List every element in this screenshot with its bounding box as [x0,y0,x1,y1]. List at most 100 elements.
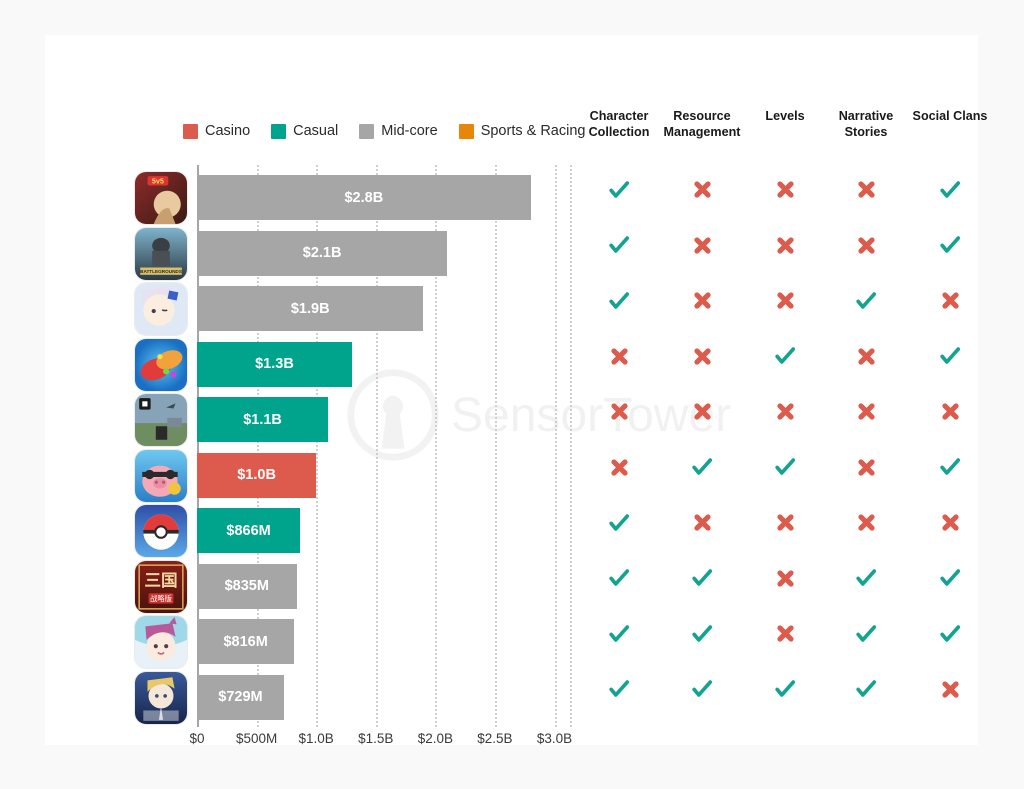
check-icon [851,563,881,593]
cross-icon [935,508,965,538]
bar-candy-crush-saga[interactable]: $1.3B [197,341,352,387]
check-icon [935,175,965,205]
cross-icon [851,175,881,205]
x-tick-label: $2.0B [417,731,453,746]
app-icon-roblox[interactable] [135,394,187,446]
cross-icon [851,508,881,538]
app-icon-pokemon-go[interactable] [135,505,187,557]
bar-value-label: $1.1B [243,411,282,428]
app-icon-three-kingdoms-tactics[interactable]: 三国 战略版 [135,560,187,613]
bar-value-label: $835M [224,578,269,594]
bar-fate-grand-order[interactable]: $729M [197,674,284,720]
bar-row: $1.3B [197,341,570,387]
check-icon [851,619,881,649]
check-icon [935,230,965,260]
column-header-line1: Social Clans [912,109,988,123]
check-icon [687,563,717,593]
bar-row: $729M [197,674,570,720]
x-axis-ticks: $0 $500M $1.0B $1.5B $2.0B $2.5B $3.0B [189,731,573,753]
cross-icon [770,286,800,316]
cross-icon [851,341,881,371]
svg-text:战略版: 战略版 [150,594,172,603]
column-header-line1: Levels [765,109,805,123]
bar-row: $2.1B [197,230,570,276]
cross-icon [687,230,717,260]
check-icon [687,674,717,704]
bar-uma-musume[interactable]: $816M [197,619,295,664]
bar-three-kingdoms-tactics[interactable]: $835M [197,563,297,609]
cross-icon [935,286,965,316]
column-header-character: Character Collection [589,109,650,140]
column-header-line1: Narrative [838,109,894,123]
app-icon-fate-grand-order[interactable] [135,671,187,724]
cross-icon [687,175,717,205]
x-tick-label: $1.5B [358,731,394,746]
chart-card: SensorTower Casino Casual Mid-core Sports &… [45,35,987,746]
check-icon [604,619,634,649]
check-icon [604,286,634,316]
bar-coin-master[interactable]: $1.0B [197,452,317,498]
bar-roblox[interactable]: $1.1B [197,397,329,442]
bar-row: $1.9B [197,286,570,331]
x-tick-label: $500M [235,731,278,746]
cross-icon [770,563,800,593]
check-icon [604,175,634,205]
bar-honor-of-kings[interactable]: $2.8B [197,175,531,220]
cross-icon [851,452,881,482]
check-icon [604,230,634,260]
column-header-levels: Levels [765,109,804,125]
check-icon [935,452,965,482]
check-icon [851,286,881,316]
app-icon-candy-crush-saga[interactable] [135,338,187,391]
svg-text:三国: 三国 [144,570,177,589]
cross-icon [687,286,717,316]
bar-value-label: $729M [218,689,263,705]
x-tick-label: $0 [189,731,205,746]
app-icon-uma-musume[interactable] [135,616,187,668]
bar-value-label: $866M [226,522,271,539]
x-tick-label: $2.5B [477,731,513,746]
cross-icon [935,397,965,427]
column-header-line2: Management [663,124,741,139]
bar-row: $835M [197,563,570,609]
check-icon [604,563,634,593]
app-icon-honor-of-kings[interactable]: 5v5 [135,172,187,224]
check-icon [935,563,965,593]
check-icon [851,674,881,704]
check-icon [935,619,965,649]
bar-row: $1.1B [197,397,570,442]
bar-row: $2.8B [197,175,570,220]
bar-row: $816M [197,619,570,664]
revenue-bar-chart: $0 $500M $1.0B $1.5B $2.0B $2.5B $3.0B 5v5 $2.8… [45,35,576,746]
x-tick-label: $3.0B [536,731,573,746]
bar-pubg-mobile[interactable]: $2.1B [197,230,448,276]
feature-matrix: Character Collection Resource Management Lev… [576,35,1024,745]
bar-value-label: $1.3B [255,356,294,372]
cross-icon [604,452,634,482]
column-header-line1: Character [589,109,649,123]
cross-icon [851,230,881,260]
app-icon-genshin-impact[interactable] [135,283,187,335]
cross-icon [851,397,881,427]
app-icon-pubg-mobile[interactable]: BATTLEGROUNDS [135,227,187,280]
check-icon [604,674,634,704]
gridline [570,165,572,727]
check-icon [770,341,800,371]
cross-icon [604,341,634,371]
column-header-line2: Collection [588,124,650,139]
check-icon [770,452,800,482]
cross-icon [770,175,800,205]
bar-row: $1.0B [197,452,570,498]
bar-pokemon-go[interactable]: $866M [197,508,301,553]
cross-icon [770,230,800,260]
bar-value-label: $1.9B [290,300,330,317]
check-icon [687,619,717,649]
app-icon-coin-master[interactable] [135,449,187,502]
check-icon [935,341,965,371]
check-icon [770,674,800,704]
bar-value-label: $2.8B [344,189,384,206]
bar-value-label: $1.0B [237,467,276,483]
bar-genshin-impact[interactable]: $1.9B [197,286,424,331]
cross-icon [604,397,634,427]
cross-icon [687,341,717,371]
